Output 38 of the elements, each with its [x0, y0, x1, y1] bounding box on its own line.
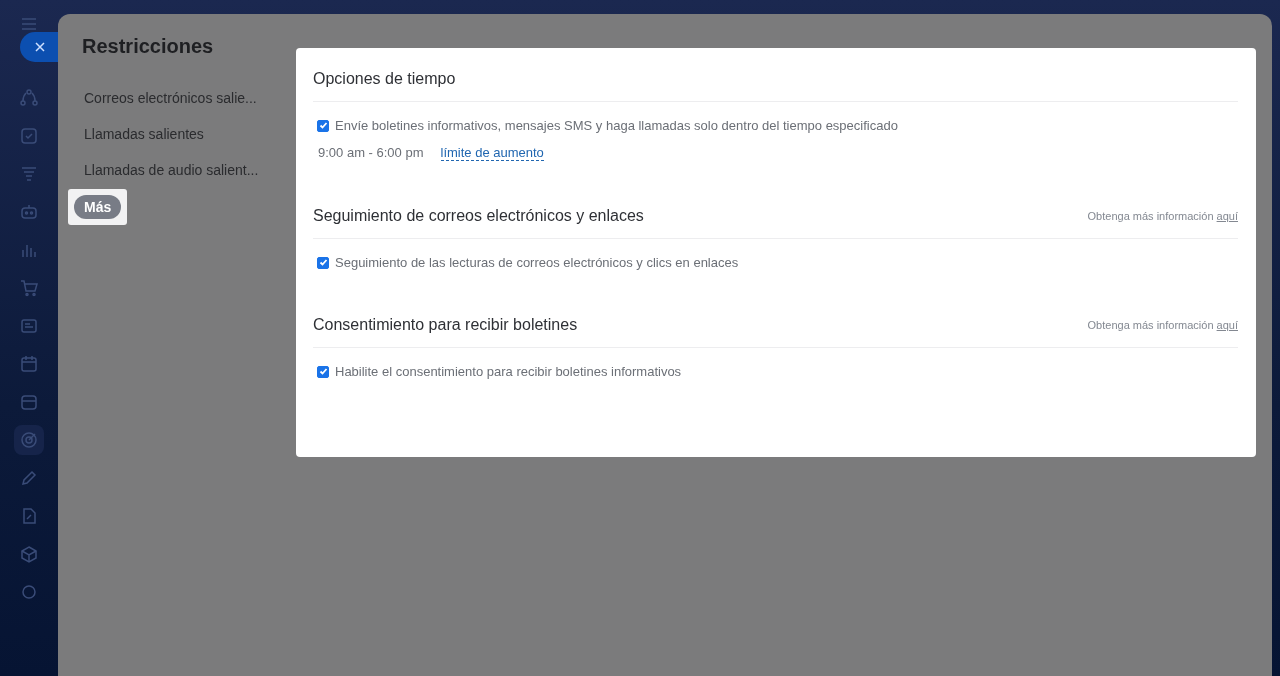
nav-item[interactable]: Llamadas salientes [68, 116, 296, 152]
checkbox[interactable] [317, 365, 329, 378]
target-icon[interactable] [20, 431, 38, 449]
section-title: Consentimiento para recibir boletines [313, 315, 578, 334]
circle-icon[interactable] [20, 583, 38, 601]
pen-icon[interactable] [20, 469, 38, 487]
menu-icon[interactable] [20, 15, 38, 33]
close-icon [35, 42, 45, 52]
box-icon[interactable] [20, 545, 38, 563]
checkbox[interactable] [317, 256, 329, 269]
checkmark-icon [318, 121, 328, 130]
dialog-title: Restricciones [82, 34, 215, 58]
nav-item[interactable]: Llamadas de audio salient... [68, 152, 296, 188]
time-limit-link[interactable]: límite de aumento [440, 145, 544, 161]
checkbox[interactable] [317, 119, 329, 132]
checkbox-icon[interactable] [20, 127, 38, 145]
window-icon[interactable] [20, 317, 38, 335]
info-link[interactable]: aquí [1216, 318, 1238, 331]
time-range: 9:00 am - 6:00 pm [318, 145, 424, 161]
info-text: Obtenga más información aquí [1087, 318, 1238, 331]
more-button[interactable]: Más [74, 195, 122, 219]
nav-item[interactable]: Correos electrónicos salie... [68, 80, 296, 116]
robot-icon[interactable] [20, 203, 38, 221]
cart-icon[interactable] [20, 279, 38, 297]
nodes-icon[interactable] [20, 89, 38, 107]
info-link[interactable]: aquí [1216, 209, 1238, 222]
checkbox-option[interactable]: Habilite el consentimiento para recibir boletines informativos [317, 364, 1238, 379]
funnel-icon[interactable] [20, 165, 38, 183]
info-text: Obtenga más información aquí [1087, 209, 1238, 222]
section-title: Seguimiento de correos electrónicos y enlaces [313, 206, 644, 225]
archive-icon[interactable] [20, 393, 38, 411]
document-edit-icon[interactable] [20, 507, 38, 525]
calendar-icon[interactable] [20, 355, 38, 373]
checkmark-icon [318, 367, 328, 376]
checkbox-option[interactable]: Seguimiento de las lecturas de correos electrónicos y clics en enlaces [317, 255, 1238, 270]
checkmark-icon [318, 258, 328, 267]
checkbox-option[interactable]: Envíe boletines informativos, mensajes SMS y haga llamadas solo dentro del tiempo especificado [317, 118, 1238, 133]
section-title: Opciones de tiempo [313, 69, 456, 88]
